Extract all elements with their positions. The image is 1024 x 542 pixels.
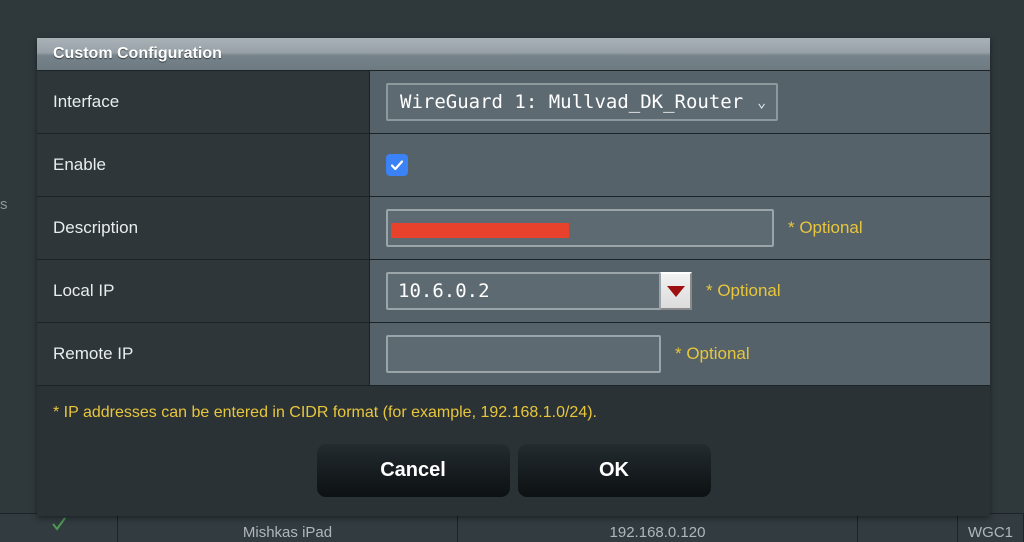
dialog-titlebar: Custom Configuration bbox=[37, 38, 990, 71]
local-ip-input[interactable]: 10.6.0.2 bbox=[386, 272, 661, 310]
description-redaction-bar bbox=[391, 223, 569, 238]
label-remote-ip: Remote IP bbox=[37, 323, 370, 385]
chevron-down-icon: ⌄ bbox=[757, 93, 767, 111]
label-interface: Interface bbox=[37, 71, 370, 133]
cancel-button[interactable]: Cancel bbox=[316, 444, 510, 497]
local-ip-optional-note: * Optional bbox=[706, 281, 781, 300]
dialog-title: Custom Configuration bbox=[53, 45, 222, 62]
background-left-text: s bbox=[0, 196, 8, 213]
row-remote-ip: Remote IP * Optional bbox=[37, 323, 990, 386]
value-enable bbox=[370, 134, 990, 196]
row-description: Description * Optional bbox=[37, 197, 990, 260]
background-row-interface: WGC1 bbox=[958, 514, 1024, 542]
checkmark-icon bbox=[390, 160, 404, 171]
value-interface: WireGuard 1: Mullvad_DK_Router ⌄ bbox=[370, 71, 990, 133]
row-interface: Interface WireGuard 1: Mullvad_DK_Router… bbox=[37, 71, 990, 134]
background-row-blank bbox=[858, 514, 958, 542]
row-local-ip: Local IP 10.6.0.2 * Optional bbox=[37, 260, 990, 323]
custom-configuration-dialog: Custom Configuration Interface WireGuard… bbox=[37, 38, 990, 516]
background-row-ip: 192.168.0.120 bbox=[458, 514, 858, 542]
dialog-button-bar: Cancel OK bbox=[37, 444, 990, 497]
check-icon bbox=[51, 517, 66, 531]
remote-ip-input[interactable] bbox=[386, 335, 661, 373]
value-local-ip: 10.6.0.2 * Optional bbox=[370, 260, 990, 322]
background-table-row[interactable]: Mishkas iPad 192.168.0.120 WGC1 bbox=[0, 513, 1024, 542]
label-description: Description bbox=[37, 197, 370, 259]
enable-checkbox[interactable] bbox=[386, 154, 408, 176]
label-enable: Enable bbox=[37, 134, 370, 196]
background-row-checkbox[interactable] bbox=[0, 514, 118, 542]
value-description: * Optional bbox=[370, 197, 990, 259]
interface-select[interactable]: WireGuard 1: Mullvad_DK_Router ⌄ bbox=[386, 83, 779, 121]
remote-ip-optional-note: * Optional bbox=[675, 344, 750, 363]
description-optional-note: * Optional bbox=[788, 218, 863, 237]
local-ip-dropdown-button[interactable] bbox=[659, 272, 692, 310]
value-remote-ip: * Optional bbox=[370, 323, 990, 385]
cidr-format-note: * IP addresses can be entered in CIDR fo… bbox=[53, 404, 597, 421]
label-local-ip: Local IP bbox=[37, 260, 370, 322]
triangle-down-icon bbox=[666, 285, 685, 297]
local-ip-input-value: 10.6.0.2 bbox=[398, 280, 490, 302]
background-row-name: Mishkas iPad bbox=[118, 514, 458, 542]
row-enable: Enable bbox=[37, 134, 990, 197]
ok-button[interactable]: OK bbox=[517, 444, 711, 497]
description-input[interactable] bbox=[386, 209, 774, 247]
interface-select-value: WireGuard 1: Mullvad_DK_Router bbox=[400, 91, 744, 113]
